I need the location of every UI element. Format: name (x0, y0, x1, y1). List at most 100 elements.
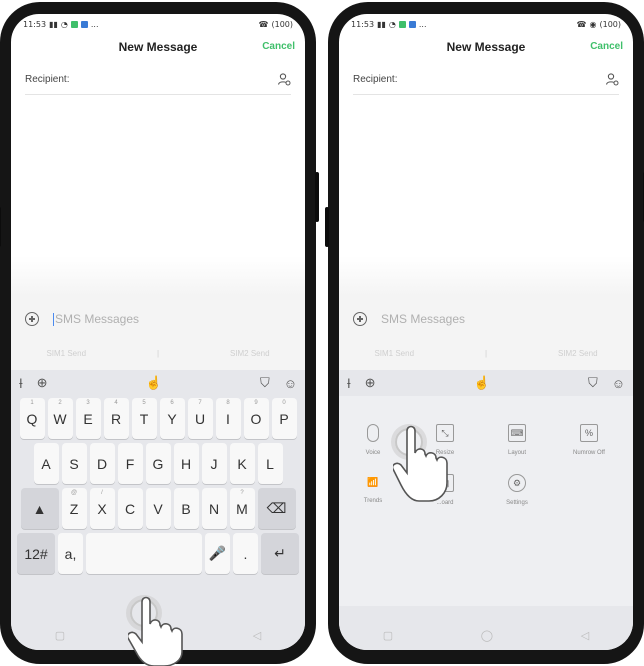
key-p[interactable]: 0P (271, 398, 297, 439)
key-a[interactable]: A (33, 443, 59, 484)
shirt-icon[interactable]: ⛉ (260, 375, 270, 391)
key-y[interactable]: 6Y (159, 398, 185, 439)
recent-apps-icon[interactable]: ▢ (55, 629, 65, 642)
right-phone: 11:53 ▮▮ ◔ ... ☎ ◉ (100) New Message Can… (325, 2, 644, 664)
numrow-icon: % (580, 424, 598, 442)
tool-settings[interactable]: ⚙ Settings (487, 474, 547, 506)
back-icon[interactable]: ◁ (253, 629, 261, 642)
key-l[interactable]: L (257, 443, 283, 484)
message-thread-area (11, 104, 305, 296)
cancel-button[interactable]: Cancel (262, 41, 295, 52)
sim2-send-button[interactable]: SIM2 Send (230, 349, 270, 358)
key-label: F (125, 455, 135, 472)
recipient-label: Recipient: (353, 73, 398, 85)
text-cursor-icon[interactable]: Ɨ (19, 376, 23, 391)
hand-pointer-icon (128, 596, 183, 666)
cancel-button[interactable]: Cancel (590, 41, 623, 52)
key-hint: 8 (226, 400, 230, 406)
key-v[interactable]: V (145, 488, 171, 529)
key-d[interactable]: D (89, 443, 115, 484)
key-label: S (69, 455, 79, 472)
add-contact-icon[interactable] (605, 72, 619, 86)
key-j[interactable]: J (201, 443, 227, 484)
key-w[interactable]: 2W (47, 398, 73, 439)
period-key[interactable]: . (233, 533, 258, 574)
add-attachment-icon[interactable] (353, 312, 367, 326)
text-cursor-icon[interactable]: Ɨ (347, 376, 351, 391)
recent-apps-icon[interactable]: ▢ (383, 629, 393, 642)
key-label: N (208, 500, 220, 517)
key-label: O (250, 410, 262, 427)
key-k[interactable]: K (229, 443, 255, 484)
hand-icon[interactable]: ☝ (474, 375, 490, 391)
key-m[interactable]: ? M (229, 488, 255, 529)
key-o[interactable]: 9O (243, 398, 269, 439)
compose-bar: SMS Messages SIM1 Send | SIM2 Send (11, 296, 305, 370)
globe-icon[interactable]: ⊕ (37, 375, 48, 391)
sim-separator: | (156, 348, 160, 358)
call-icon: ☎ (258, 19, 269, 29)
enter-key[interactable]: ↵ (261, 533, 299, 574)
back-icon[interactable]: ◁ (581, 629, 589, 642)
header: New Message Cancel (11, 34, 305, 64)
tool-layout[interactable]: ⌨ Layout (487, 424, 547, 456)
mic-key[interactable]: 🎤 (205, 533, 230, 574)
key-z[interactable]: @ Z (61, 488, 87, 529)
key-t[interactable]: 5T (131, 398, 157, 439)
emoji-icon[interactable]: ☺ (612, 376, 625, 391)
sim1-send-button[interactable]: SIM1 Send (46, 349, 86, 358)
key-hint: 7 (198, 400, 202, 406)
left-phone: 11:53 ▮▮ ◔ ... ☎ (100) New Message Cance… (0, 2, 319, 664)
backspace-key[interactable]: ⌫ (257, 488, 296, 529)
trends-icon: 📶 (367, 476, 379, 487)
status-time: 11:53 (23, 19, 47, 29)
key-q[interactable]: 1Q (19, 398, 45, 439)
home-icon[interactable]: ◯ (481, 629, 493, 642)
key-i[interactable]: 8I (215, 398, 241, 439)
message-input[interactable]: SMS Messages (381, 312, 465, 326)
hand-icon[interactable]: ☝ (146, 375, 162, 391)
key-b[interactable]: B (173, 488, 199, 529)
tool-label: Voice (365, 450, 381, 456)
key-f[interactable]: F (117, 443, 143, 484)
status-more: ... (90, 19, 99, 29)
key-label: J (210, 455, 218, 472)
recipient-field[interactable]: Recipient: (25, 64, 291, 95)
location-icon: ◉ (589, 19, 597, 29)
app-notif-icon (398, 20, 406, 28)
key-hint: 2 (58, 400, 62, 406)
signal-icon: ▮▮ (377, 19, 386, 29)
shirt-icon[interactable]: ⛉ (588, 375, 598, 391)
key-r[interactable]: 4R (103, 398, 129, 439)
add-contact-icon[interactable] (277, 72, 291, 86)
app-notif-icon (70, 20, 78, 28)
key-label: G (152, 455, 164, 472)
numbers-key[interactable]: 12# (17, 533, 55, 574)
key-label: A (41, 455, 51, 472)
recipient-field[interactable]: Recipient: (353, 64, 619, 95)
sim1-send-button[interactable]: SIM1 Send (374, 349, 414, 358)
enter-icon: ↵ (274, 545, 286, 561)
status-bar: 11:53 ▮▮ ◔ ... ☎ ◉ (100) (339, 14, 633, 34)
key-g[interactable]: G (145, 443, 171, 484)
key-e[interactable]: 3E (75, 398, 101, 439)
emoji-icon[interactable]: ☺ (284, 376, 297, 391)
globe-icon[interactable]: ⊕ (365, 375, 376, 391)
key-u[interactable]: 7U (187, 398, 213, 439)
tool-numrow[interactable]: % Numrow Off (559, 424, 619, 456)
status-more: ... (418, 19, 427, 29)
message-input[interactable]: SMS Messages (55, 312, 139, 326)
sim2-send-button[interactable]: SIM2 Send (558, 349, 598, 358)
tool-label: Settings (506, 500, 528, 506)
key-label: V (153, 500, 163, 517)
space-key[interactable] (86, 533, 202, 574)
comma-key[interactable]: a, (58, 533, 83, 574)
shift-key[interactable]: ▲ (20, 488, 59, 529)
key-n[interactable]: N (201, 488, 227, 529)
key-s[interactable]: S (61, 443, 87, 484)
key-h[interactable]: H (173, 443, 199, 484)
add-attachment-icon[interactable] (25, 312, 39, 326)
key-x[interactable]: / X (89, 488, 115, 529)
shift-icon: ▲ (32, 500, 47, 517)
key-c[interactable]: C (117, 488, 143, 529)
